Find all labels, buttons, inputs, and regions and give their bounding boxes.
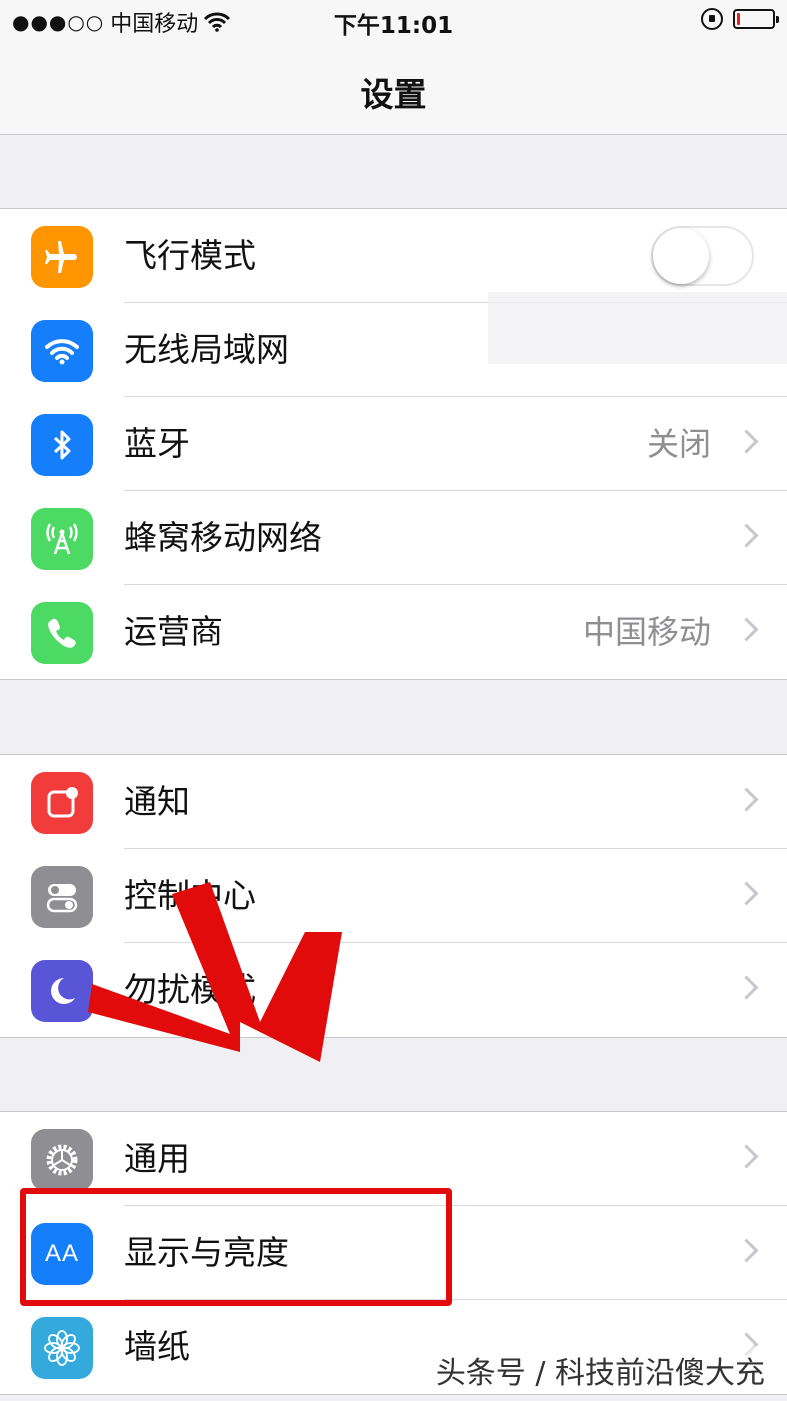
settings-row-label: 无线局域网 bbox=[124, 330, 289, 369]
battery-icon bbox=[733, 9, 779, 29]
screen-glare bbox=[488, 292, 787, 364]
watermark: 头条号 / 科技前沿傻大充 bbox=[431, 1346, 769, 1394]
bluetooth-status-value: 关闭 bbox=[646, 425, 711, 463]
chevron-right-icon bbox=[734, 787, 759, 812]
chevron-right-icon bbox=[734, 881, 759, 906]
gear-icon bbox=[31, 1129, 93, 1191]
settings-row-label: 墙纸 bbox=[124, 1327, 190, 1366]
airplane-mode-toggle[interactable] bbox=[651, 226, 754, 286]
settings-row-carrier[interactable]: 运营商 中国移动 bbox=[0, 585, 787, 679]
settings-row-bluetooth[interactable]: 蓝牙 关闭 bbox=[0, 397, 787, 491]
toggle-knob bbox=[653, 228, 709, 284]
chevron-right-icon bbox=[734, 617, 759, 642]
status-time: 下午11:01 bbox=[333, 13, 454, 39]
settings-row-label: 运营商 bbox=[124, 612, 223, 651]
airplane-icon bbox=[31, 226, 93, 288]
settings-row-label: 蓝牙 bbox=[124, 424, 190, 463]
settings-row-cellular[interactable]: 蜂窝移动网络 bbox=[0, 491, 787, 585]
chevron-right-icon bbox=[734, 523, 759, 548]
red-arrow-annotation bbox=[88, 882, 342, 1062]
settings-row-label: 飞行模式 bbox=[124, 236, 256, 275]
battery-level bbox=[737, 13, 740, 25]
highlight-box-annotation bbox=[20, 1188, 452, 1306]
status-bar: ●●●○○ 中国移动 下午11:01 bbox=[0, 0, 787, 44]
cellular-antenna-icon bbox=[31, 508, 93, 570]
orientation-lock-icon bbox=[701, 8, 723, 30]
wifi-icon bbox=[31, 320, 93, 382]
flower-icon bbox=[31, 1317, 93, 1379]
settings-row-label: 通知 bbox=[124, 782, 190, 821]
carrier-value: 中国移动 bbox=[582, 613, 711, 651]
settings-row-airplane-mode[interactable]: 飞行模式 bbox=[0, 209, 787, 303]
status-indicators bbox=[701, 8, 779, 30]
settings-row-label: 蜂窝移动网络 bbox=[124, 518, 322, 557]
chevron-right-icon bbox=[734, 975, 759, 1000]
settings-row-notifications[interactable]: 通知 bbox=[0, 755, 787, 849]
bluetooth-icon bbox=[31, 414, 93, 476]
chevron-right-icon bbox=[734, 429, 759, 454]
notification-icon bbox=[31, 772, 93, 834]
navigation-bar: 设置 bbox=[0, 44, 787, 135]
settings-group-connectivity: 飞行模式 无线局域网 蓝牙 关闭 蜂窝移动网络 运营商 中国移动 bbox=[0, 208, 787, 680]
page-title: 设置 bbox=[360, 75, 427, 114]
chevron-right-icon bbox=[734, 1238, 759, 1263]
chevron-right-icon bbox=[734, 1144, 759, 1169]
phone-icon bbox=[31, 602, 93, 664]
